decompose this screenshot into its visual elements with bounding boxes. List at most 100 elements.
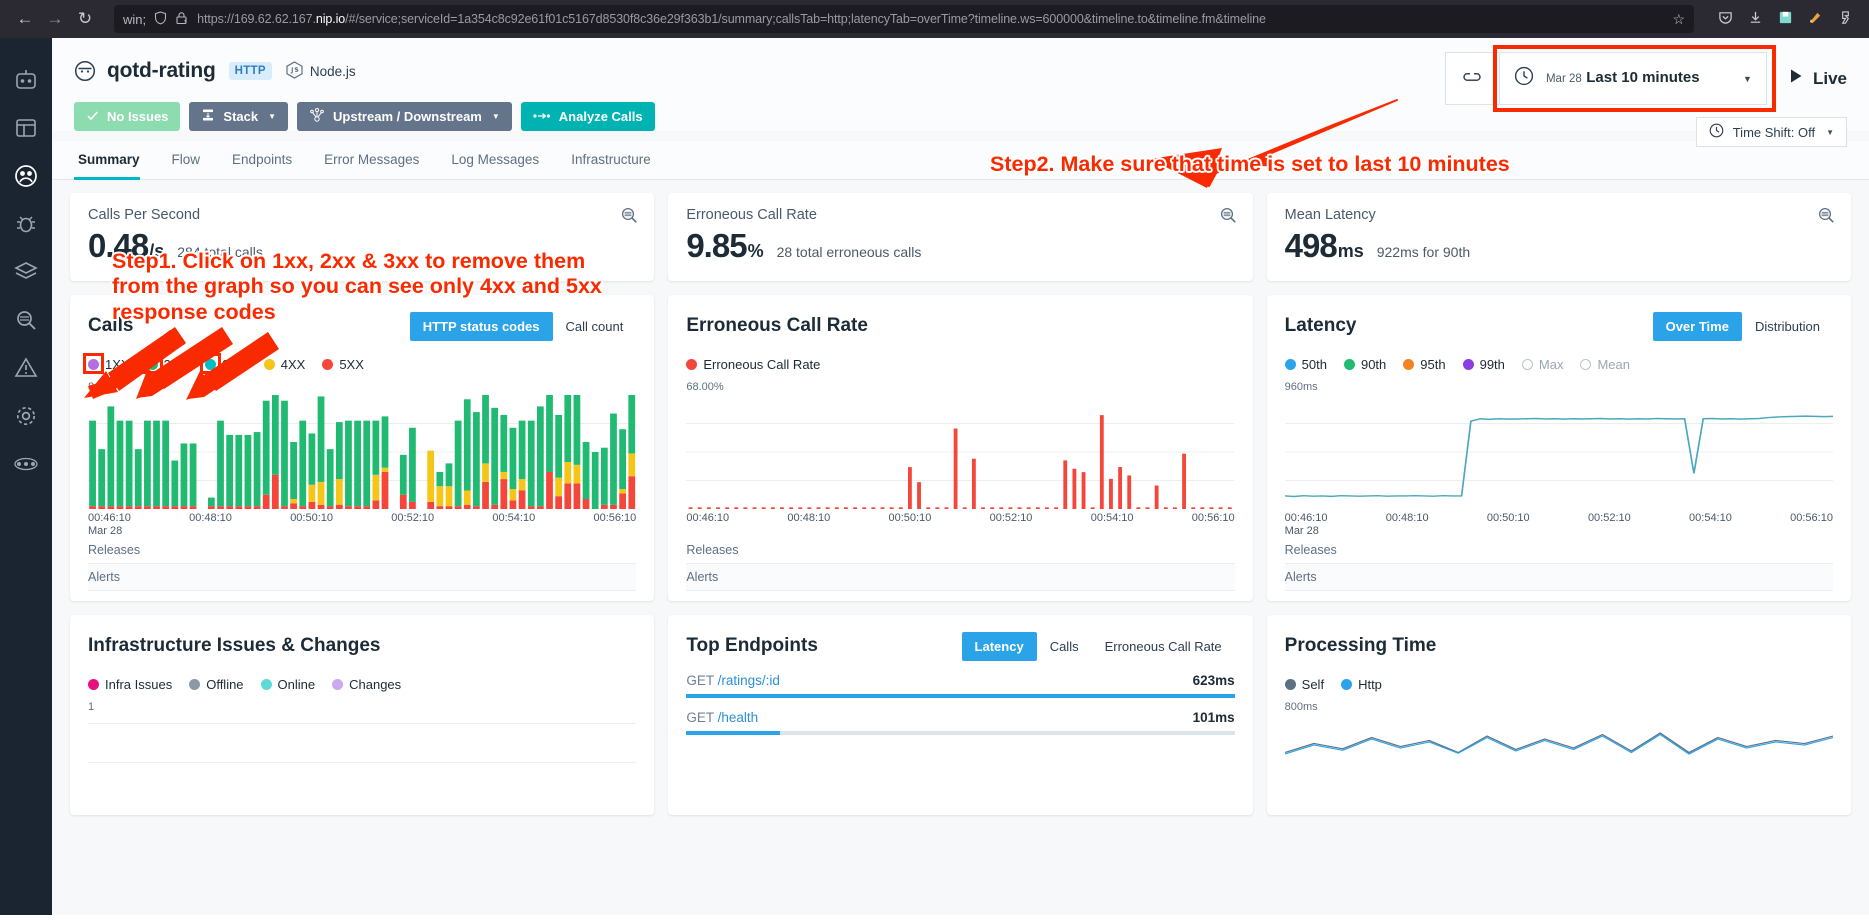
error-plot[interactable] <box>686 395 1234 509</box>
error-x-axis: 00:46:10 00:48:10 00:50:10 00:52:10 00:5… <box>686 512 1234 524</box>
pocket-icon[interactable] <box>1718 10 1733 29</box>
legend-label: Erroneous Call Rate <box>703 357 820 372</box>
calls-plot[interactable] <box>88 395 636 509</box>
sidebar-item-applications[interactable] <box>6 106 46 154</box>
legend-item-90th[interactable]: 90th <box>1344 357 1386 372</box>
extension-icon[interactable] <box>1808 10 1823 29</box>
legend-item-offline[interactable]: Offline <box>189 677 243 692</box>
legend-label: Changes <box>349 677 401 692</box>
legend-item-5xx[interactable]: 5XX <box>322 357 364 372</box>
calls-chart-toggle: HTTP status codes Call count <box>410 312 637 341</box>
kpi-mean-latency: Mean Latency 498 ms 922ms for 90th <box>1267 193 1851 281</box>
page-title: qotd-rating <box>107 59 216 83</box>
sidebar-item-events[interactable] <box>6 346 46 394</box>
infra-legend: Infra Issues Offline Online Changes <box>88 674 636 694</box>
zoom-out-icon[interactable] <box>1220 207 1237 229</box>
legend-label: 1XX <box>105 357 130 372</box>
tab-endpoints[interactable]: Endpoints <box>216 141 308 179</box>
endpoint-name[interactable]: GET /health <box>686 710 758 725</box>
sidebar-item-infrastructure[interactable] <box>6 250 46 298</box>
legend-item-3xx[interactable]: 3XX <box>205 357 247 372</box>
back-arrow-icon[interactable]: ← <box>10 4 40 34</box>
latency-plot[interactable] <box>1285 395 1833 509</box>
legend-item-erroneous-call-rate[interactable]: Erroneous Call Rate <box>686 357 820 372</box>
endpoint-row-top: GET /health 101ms <box>686 710 1234 725</box>
sidebar-item-settings[interactable] <box>6 394 46 442</box>
distribution-button[interactable]: Distribution <box>1742 312 1833 341</box>
processing-y-max: 800ms <box>1285 701 1833 713</box>
account-icon[interactable] <box>1838 10 1853 29</box>
endpoint-row[interactable]: GET /ratings/:id 623ms <box>686 661 1234 698</box>
processing-header: Processing Time <box>1285 631 1833 661</box>
sidebar-item-website-monitoring[interactable] <box>6 58 46 106</box>
kpi-subtext: 284 total calls <box>177 244 263 260</box>
sidebar-item-endpoints[interactable] <box>6 202 46 250</box>
save-icon[interactable] <box>1778 10 1793 29</box>
endpoints-error-rate-button[interactable]: Erroneous Call Rate <box>1092 632 1235 661</box>
chevron-down-icon: ▼ <box>268 112 276 121</box>
tab-error-messages[interactable]: Error Messages <box>308 141 435 179</box>
legend-item-changes[interactable]: Changes <box>332 677 401 692</box>
sidebar-item-more[interactable] <box>6 442 46 490</box>
zoom-out-icon[interactable] <box>1818 207 1835 229</box>
reload-icon[interactable]: ↻ <box>70 4 100 34</box>
processing-plot[interactable] <box>1285 715 1833 775</box>
copy-link-button[interactable] <box>1445 52 1500 105</box>
check-icon <box>86 109 99 125</box>
endpoint-name[interactable]: GET /ratings/:id <box>686 673 780 688</box>
tab-summary[interactable]: Summary <box>74 141 156 179</box>
downloads-icon[interactable] <box>1748 10 1763 29</box>
endpoints-latency-button[interactable]: Latency <box>962 632 1037 661</box>
legend-item-4xx[interactable]: 4XX <box>264 357 306 372</box>
endpoint-value: 623ms <box>1193 673 1235 688</box>
time-shift-button[interactable]: Time Shift: Off ▼ <box>1696 117 1847 147</box>
sidebar-item-analytics[interactable] <box>6 298 46 346</box>
magnifier-icon <box>13 307 39 338</box>
latency-chart-header: Latency Over Time Distribution <box>1285 311 1833 341</box>
stack-button[interactable]: Stack ▼ <box>189 102 288 131</box>
tab-infrastructure[interactable]: Infrastructure <box>555 141 667 179</box>
processing-legend: Self Http <box>1285 674 1833 694</box>
legend-item-2xx[interactable]: 2XX <box>147 357 189 372</box>
zoom-out-icon[interactable] <box>621 207 638 229</box>
http-status-codes-button[interactable]: HTTP status codes <box>410 312 553 341</box>
legend-item-max[interactable]: Max <box>1522 357 1564 372</box>
tab-log-messages[interactable]: Log Messages <box>435 141 555 179</box>
legend-item-99th[interactable]: 99th <box>1463 357 1505 372</box>
tab-flow[interactable]: Flow <box>156 141 217 179</box>
legend-item-mean[interactable]: Mean <box>1580 357 1630 372</box>
legend-item-infra-issues[interactable]: Infra Issues <box>88 677 172 692</box>
no-issues-button[interactable]: No Issues <box>74 102 180 131</box>
sidebar-item-services[interactable] <box>6 154 46 202</box>
endpoint-row[interactable]: GET /health 101ms <box>686 698 1234 735</box>
analyze-calls-button[interactable]: Analyze Calls <box>521 102 655 131</box>
error-releases-row[interactable]: Releases <box>686 537 1234 564</box>
kpi-label: Mean Latency <box>1285 207 1833 223</box>
call-count-button[interactable]: Call count <box>553 312 637 341</box>
legend-item-50th[interactable]: 50th <box>1285 357 1327 372</box>
legend-item-1xx[interactable]: 1XX <box>88 357 130 372</box>
error-alerts-row[interactable]: Alerts <box>686 564 1234 591</box>
latency-releases-row[interactable]: Releases <box>1285 537 1833 564</box>
legend-item-self[interactable]: Self <box>1285 677 1324 692</box>
insecure-lock-icon[interactable] <box>175 11 188 28</box>
dependency-graph-icon <box>309 108 325 125</box>
legend-item-95th[interactable]: 95th <box>1403 357 1445 372</box>
latency-alerts-row[interactable]: Alerts <box>1285 564 1833 591</box>
bookmark-star-icon[interactable]: ☆ <box>1672 11 1685 28</box>
forward-arrow-icon[interactable]: → <box>40 4 70 34</box>
legend-item-online[interactable]: Online <box>261 677 316 692</box>
address-bar[interactable]: win; https://169.62.62.167.nip.io/#/serv… <box>114 5 1694 33</box>
tracking-shield-icon[interactable] <box>154 11 167 28</box>
endpoints-calls-button[interactable]: Calls <box>1037 632 1092 661</box>
live-button[interactable]: Live <box>1789 52 1847 105</box>
legend-item-http[interactable]: Http <box>1341 677 1382 692</box>
over-time-button[interactable]: Over Time <box>1653 312 1742 341</box>
calls-releases-row[interactable]: Releases <box>88 537 636 564</box>
calls-alerts-row[interactable]: Alerts <box>88 564 636 591</box>
time-range-picker[interactable]: Mar 28 Last 10 minutes ▼ <box>1499 52 1767 105</box>
stack-label: Stack <box>223 109 258 124</box>
chain-link-icon <box>1462 69 1482 89</box>
upstream-downstream-button[interactable]: Upstream / Downstream ▼ <box>297 102 512 131</box>
latency-x-axis: 00:46:10 00:48:10 00:50:10 00:52:10 00:5… <box>1285 512 1833 524</box>
